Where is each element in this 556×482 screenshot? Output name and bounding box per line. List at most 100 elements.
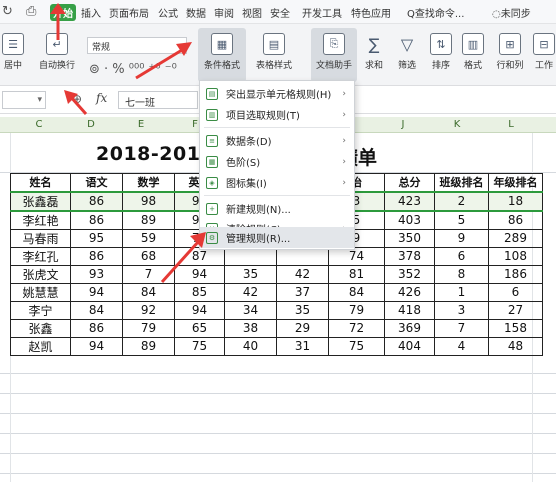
table-cell[interactable]: 42 <box>276 264 329 284</box>
table-cell[interactable]: 98 <box>122 190 175 212</box>
sum-button[interactable]: ∑ 求和 <box>360 33 388 72</box>
menu-item-icon-set[interactable]: ◈ 图标集(I) › <box>200 172 354 193</box>
table-cell[interactable]: 86 <box>70 190 123 212</box>
table-cell[interactable]: 7 <box>434 318 489 338</box>
print-icon[interactable]: ⎙ <box>26 4 36 19</box>
table-cell[interactable]: 27 <box>488 300 543 320</box>
table-cell[interactable]: 84 <box>328 282 385 302</box>
table-cell[interactable]: 李红孔 <box>10 246 71 266</box>
menu-item-data-bar[interactable]: ≡ 数据条(D) › <box>200 130 354 151</box>
menu-features-tab[interactable]: 特色应用 <box>351 5 391 20</box>
table-cell[interactable]: 423 <box>384 190 435 212</box>
table-cell[interactable]: 29 <box>276 318 329 338</box>
table-cell[interactable]: 张虎文 <box>10 264 71 284</box>
table-cell[interactable]: 94 <box>174 300 225 320</box>
table-cell[interactable]: 40 <box>224 336 277 356</box>
header-cell[interactable]: 年级排名 <box>488 173 543 192</box>
table-cell[interactable]: 35 <box>224 264 277 284</box>
menu-insert-tab[interactable]: 插入 <box>81 5 101 20</box>
table-style-button[interactable]: ▤ 表格样式 <box>250 33 298 71</box>
menu-data-tab[interactable]: 数据 <box>186 5 206 20</box>
header-cell[interactable]: 数学 <box>122 173 175 192</box>
table-cell[interactable]: 张鑫磊 <box>10 190 71 212</box>
table-cell[interactable]: 81 <box>328 264 385 284</box>
table-cell[interactable]: 72 <box>328 318 385 338</box>
table-cell[interactable]: 6 <box>488 282 543 302</box>
table-cell[interactable]: 95 <box>70 228 123 248</box>
table-cell[interactable]: 403 <box>384 210 435 230</box>
table-cell[interactable]: 8 <box>434 264 489 284</box>
sync-status[interactable]: ◌未同步 <box>492 5 531 20</box>
table-cell[interactable]: 31 <box>276 336 329 356</box>
sort-button[interactable]: ⇅ 排序 <box>426 33 456 71</box>
table-cell[interactable]: 4 <box>434 336 489 356</box>
table-cell[interactable]: 5 <box>434 210 489 230</box>
table-cell[interactable]: 93 <box>70 264 123 284</box>
table-cell[interactable]: 姚慧慧 <box>10 282 71 302</box>
menu-developer-tab[interactable]: 开发工具 <box>302 5 342 20</box>
column-header[interactable]: C <box>34 119 44 130</box>
table-cell[interactable]: 79 <box>122 318 175 338</box>
header-cell[interactable]: 姓名 <box>10 173 71 192</box>
column-header[interactable]: L <box>506 119 516 130</box>
table-cell[interactable]: 86 <box>488 210 543 230</box>
menu-item-manage-rule[interactable]: ⚙ 管理规则(R)... <box>200 227 354 248</box>
table-cell[interactable]: 李宁 <box>10 300 71 320</box>
table-cell[interactable]: 94 <box>70 282 123 302</box>
table-cell[interactable]: 65 <box>174 318 225 338</box>
table-cell[interactable]: 86 <box>70 246 123 266</box>
table-cell[interactable]: 89 <box>122 210 175 230</box>
table-cell[interactable]: 35 <box>276 300 329 320</box>
table-cell[interactable]: 42 <box>224 282 277 302</box>
menu-item-top-bottom[interactable]: ▥ 项目选取规则(T) › <box>200 104 354 125</box>
table-cell[interactable]: 75 <box>328 336 385 356</box>
table-cell[interactable]: 9 <box>434 228 489 248</box>
table-cell[interactable]: 79 <box>328 300 385 320</box>
menu-layout-tab[interactable]: 页面布局 <box>109 5 149 20</box>
table-cell[interactable]: 李红艳 <box>10 210 71 230</box>
table-cell[interactable]: 404 <box>384 336 435 356</box>
table-cell[interactable]: 378 <box>384 246 435 266</box>
center-button[interactable]: ☰ 居中 <box>0 33 26 71</box>
formula-input[interactable]: 七一班 <box>118 91 198 109</box>
header-cell[interactable]: 班级排名 <box>434 173 489 192</box>
column-header[interactable]: D <box>86 119 96 130</box>
table-cell[interactable]: 158 <box>488 318 543 338</box>
table-cell[interactable]: 352 <box>384 264 435 284</box>
table-cell[interactable]: 289 <box>488 228 543 248</box>
table-cell[interactable]: 6 <box>434 246 489 266</box>
redo-icon[interactable]: ↻ <box>2 4 13 19</box>
table-cell[interactable]: 38 <box>224 318 277 338</box>
table-cell[interactable]: 48 <box>488 336 543 356</box>
menu-item-highlight-cells[interactable]: ▤ 突出显示单元格规则(H) › <box>200 83 354 104</box>
table-cell[interactable]: 426 <box>384 282 435 302</box>
column-header[interactable]: K <box>452 119 462 130</box>
table-cell[interactable]: 350 <box>384 228 435 248</box>
table-cell[interactable]: 2 <box>434 190 489 212</box>
table-cell[interactable]: 赵凯 <box>10 336 71 356</box>
table-cell[interactable]: 89 <box>122 336 175 356</box>
fx-icon[interactable]: fx <box>96 91 107 105</box>
worksheet-button[interactable]: ⊟ 工作 <box>532 33 556 71</box>
table-cell[interactable]: 92 <box>122 300 175 320</box>
filter-button[interactable]: ▽ 筛选 <box>392 33 422 72</box>
menu-item-new-rule[interactable]: + 新建规则(N)... <box>200 198 354 219</box>
table-cell[interactable]: 418 <box>384 300 435 320</box>
table-cell[interactable]: 张鑫 <box>10 318 71 338</box>
table-cell[interactable]: 108 <box>488 246 543 266</box>
search-command[interactable]: Q查找命令... <box>403 3 476 21</box>
table-cell[interactable]: 34 <box>224 300 277 320</box>
table-cell[interactable]: 369 <box>384 318 435 338</box>
header-cell[interactable]: 总分 <box>384 173 435 192</box>
table-cell[interactable]: 84 <box>70 300 123 320</box>
table-cell[interactable]: 75 <box>174 336 225 356</box>
menu-view-tab[interactable]: 视图 <box>242 5 262 20</box>
menu-item-color-scale[interactable]: ▦ 色阶(S) › <box>200 151 354 172</box>
format-button[interactable]: ▥ 格式 <box>458 33 488 71</box>
table-cell[interactable]: 马春雨 <box>10 228 71 248</box>
conditional-format-button[interactable]: ▦ 条件格式 <box>198 28 246 82</box>
table-cell[interactable]: 3 <box>434 300 489 320</box>
table-cell[interactable]: 94 <box>70 336 123 356</box>
table-cell[interactable]: 186 <box>488 264 543 284</box>
table-cell[interactable]: 86 <box>70 318 123 338</box>
